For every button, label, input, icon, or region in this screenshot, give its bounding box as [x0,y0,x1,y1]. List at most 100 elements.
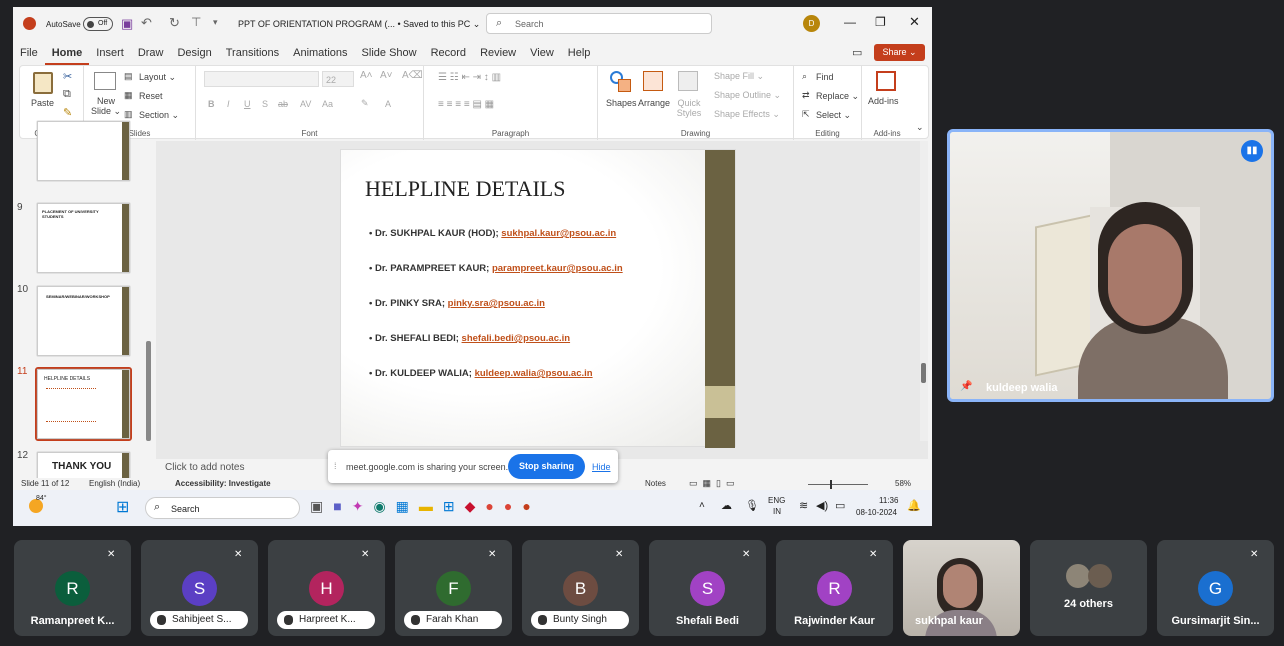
collapse-ribbon-icon[interactable]: ⌄ [916,122,924,133]
canvas-scrollbar[interactable] [920,141,928,441]
minimize-icon[interactable]: — [844,15,856,29]
zoom-level[interactable]: 58% [895,479,911,488]
bullets-icon[interactable]: ☰ ☷ ⇤ ⇥ ↕ ▥ [438,72,501,83]
addins-icon[interactable] [876,71,896,91]
wifi-icon[interactable]: ≋ [799,499,808,512]
tab-insert[interactable]: Insert [89,43,131,63]
change-case-icon[interactable]: Aa [322,99,333,109]
language-status[interactable]: English (India) [89,479,140,488]
participant-tile[interactable]: ✕ B Bunty Singh [522,540,639,636]
shape-effects-button[interactable]: Shape Effects ⌄ [714,109,780,120]
document-title[interactable]: PPT OF ORIENTATION PROGRAM (... • Saved … [238,19,480,30]
teams-icon[interactable]: ■ [333,498,351,514]
windows-store-icon[interactable]: ⊞ [443,498,465,514]
file-explorer-icon[interactable]: ▬ [419,498,443,514]
notes-toggle[interactable]: Notes [645,479,666,488]
tab-transitions[interactable]: Transitions [219,43,286,63]
redo-icon[interactable]: ↻ [169,15,180,31]
format-painter-icon[interactable]: ✎ [63,106,72,119]
battery-icon[interactable]: ▭ [835,499,845,512]
zoom-slider[interactable] [808,480,868,489]
email-link[interactable]: kuldeep.walia@psou.ac.in [475,368,593,379]
hide-link[interactable]: Hide [592,462,611,472]
email-link[interactable]: sukhpal.kaur@psou.ac.in [501,228,616,239]
slide-thumbnail-11[interactable]: HELPLINE DETAILS [37,369,130,439]
mcafee-icon[interactable]: ◆ [465,498,486,514]
find-button[interactable]: Find [816,72,834,82]
pin-icon[interactable]: 📌 [960,381,972,392]
arrange-icon[interactable] [643,71,663,91]
tab-design[interactable]: Design [170,43,218,63]
task-view-icon[interactable]: ▣ [310,498,333,514]
new-slide-button[interactable]: New Slide ⌄ [90,96,122,117]
thumb-scrollbar[interactable] [146,341,151,441]
highlight-icon[interactable]: ✎ [361,98,369,109]
paste-icon[interactable] [33,72,53,94]
chrome-profile-icon[interactable]: ● [504,498,522,514]
shape-outline-button[interactable]: Shape Outline ⌄ [714,90,781,101]
participant-tile[interactable]: ✕ R Ramanpreet K... [14,540,131,636]
accessibility-status[interactable]: Accessibility: Investigate [175,479,271,488]
participant-tile[interactable]: ✕ H Harpreet K... [268,540,385,636]
select-button[interactable]: Select ⌄ [816,110,851,121]
new-slide-icon[interactable] [94,72,116,90]
edge-icon[interactable]: ◉ [373,498,395,514]
drag-handle-icon[interactable]: ⁞ [334,461,337,471]
addins-button[interactable]: Add-ins [868,96,899,106]
participant-tile[interactable]: ✕ S Shefali Bedi [649,540,766,636]
tab-help[interactable]: Help [561,43,598,63]
cut-icon[interactable]: ✂ [63,70,72,83]
decrease-font-icon[interactable]: A˅ [380,70,393,81]
slide-thumbnail-8[interactable] [37,121,130,181]
microphone-icon[interactable]: 🎙 [745,499,759,512]
start-icon[interactable]: ⊞ [116,497,129,517]
shadow-icon[interactable]: S [262,99,268,109]
copy-icon[interactable]: ⧉ [63,88,71,101]
participant-tile[interactable]: ✕ S Sahibjeet S... [141,540,258,636]
tab-animations[interactable]: Animations [286,43,354,63]
tab-view[interactable]: View [523,43,561,63]
slide-thumbnail-10[interactable]: SEMINAR/WEBINAR/WORKSHOP [37,286,130,356]
quick-styles-button[interactable]: Quick Styles [674,98,704,118]
speaker-video[interactable]: ▮▮ 📌 kuldeep walia [947,129,1274,402]
stop-sharing-button[interactable]: Stop sharing [508,454,585,479]
section-button[interactable]: Section ⌄ [139,110,179,121]
font-name-field[interactable] [204,71,319,87]
strikethrough-icon[interactable]: ab [278,99,288,109]
tab-home[interactable]: Home [44,43,90,65]
participant-tile[interactable]: ✕ F Farah Khan [395,540,512,636]
participant-tile[interactable]: sukhpal kaur [903,540,1020,636]
autosave-toggle[interactable]: Off [83,17,113,31]
comments-icon[interactable]: ▭ [852,46,862,59]
cloud-icon[interactable]: ☁ [721,499,732,512]
clear-format-icon[interactable]: A⌫ [402,70,423,81]
participant-tile[interactable]: ✕ G Gursimarjit Sin... [1157,540,1274,636]
underline-icon[interactable]: U [244,99,251,109]
user-avatar[interactable]: D [803,15,820,32]
restore-icon[interactable]: ❐ [875,15,886,29]
present-icon[interactable]: ⊤ [191,15,201,29]
language-indicator-top[interactable]: ENG [768,496,785,505]
shapes-icon[interactable] [610,71,632,93]
save-icon[interactable]: ▣ [121,16,133,32]
paste-button[interactable]: Paste [31,98,54,108]
search-box[interactable]: ⌕ Search [486,13,712,34]
others-tile[interactable]: 24 others [1030,540,1147,636]
tab-review[interactable]: Review [473,43,523,63]
tab-draw[interactable]: Draw [131,43,171,63]
tray-overflow-icon[interactable]: ˄ [699,500,705,511]
email-link[interactable]: pinky.sra@psou.ac.in [448,298,545,309]
customize-toolbar-icon[interactable]: ▾ [213,17,218,28]
quick-styles-icon[interactable] [678,71,698,91]
participant-tile[interactable]: ✕ R Rajwinder Kaur [776,540,893,636]
shapes-button[interactable]: Shapes [606,98,637,108]
volume-icon[interactable]: ◀) [816,499,828,512]
bold-icon[interactable]: B [208,99,215,109]
slide[interactable]: HELPLINE DETAILS • Dr. SUKHPAL KAUR (HOD… [340,149,736,448]
align-icon[interactable]: ≡ ≡ ≡ ≡ ▤ ▦ [438,99,494,110]
layout-button[interactable]: Layout ⌄ [139,72,176,83]
clock-time[interactable]: 11:36 [879,496,898,505]
tab-record[interactable]: Record [424,43,473,63]
copilot-icon[interactable]: ✦ [352,498,374,514]
font-size-field[interactable]: 22 [322,71,354,87]
